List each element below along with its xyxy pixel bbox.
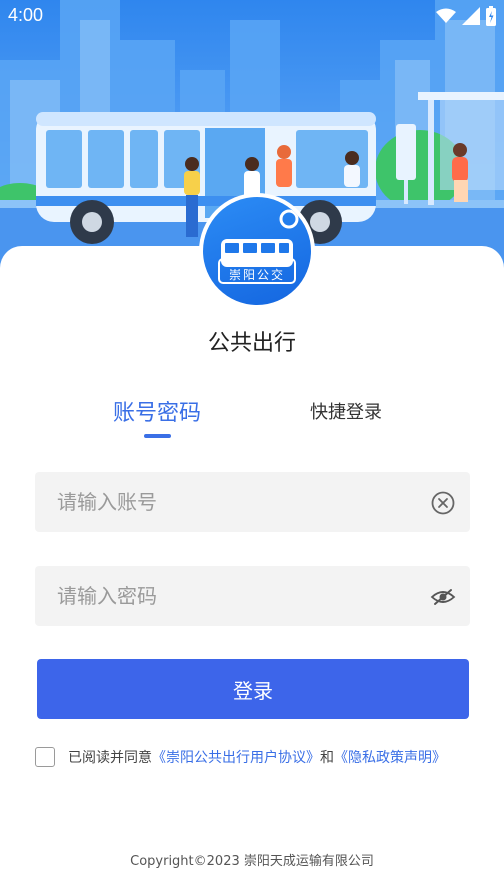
agreement-text: 已阅读并同意《崇阳公共出行用户协议》和《隐私政策声明》 (68, 747, 446, 767)
login-button[interactable]: 登录 (37, 659, 469, 719)
app-logo-badge: 崇阳公交 (203, 197, 311, 305)
eye-off-icon[interactable] (430, 584, 456, 610)
copyright-footer: Copyright©2023 崇阳天成运输有限公司 (130, 854, 374, 869)
status-time: 4:00 (8, 5, 44, 25)
agreement-row: 已阅读并同意《崇阳公共出行用户协议》和《隐私政策声明》 (35, 746, 446, 768)
signal-icon (462, 7, 480, 25)
battery-icon (486, 6, 496, 26)
bus-logo-icon (218, 209, 299, 284)
app-logo: 崇阳公交 (199, 193, 315, 309)
app-name: 公共出行 (207, 331, 296, 356)
wifi-icon (436, 8, 456, 23)
status-bar: 4:00 (0, 0, 504, 34)
account-field (35, 472, 470, 532)
password-field (35, 566, 470, 626)
tab-quick-login[interactable]: 快捷登录 (310, 398, 382, 424)
agreement-prefix: 已阅读并同意 (68, 750, 152, 766)
logo-text: 崇阳公交 (228, 268, 285, 282)
status-icons (436, 6, 496, 26)
agreement-checkbox[interactable] (35, 747, 55, 767)
tab-account-password[interactable]: 账号密码 (113, 395, 201, 427)
clear-circle-icon[interactable] (430, 490, 456, 516)
user-agreement-link[interactable]: 《崇阳公共出行用户协议》 (152, 750, 320, 766)
privacy-policy-link[interactable]: 《隐私政策声明》 (334, 750, 446, 766)
active-tab-indicator (144, 434, 171, 438)
account-input[interactable] (35, 472, 415, 532)
password-input[interactable] (35, 566, 415, 626)
agreement-conjunction: 和 (320, 750, 334, 766)
